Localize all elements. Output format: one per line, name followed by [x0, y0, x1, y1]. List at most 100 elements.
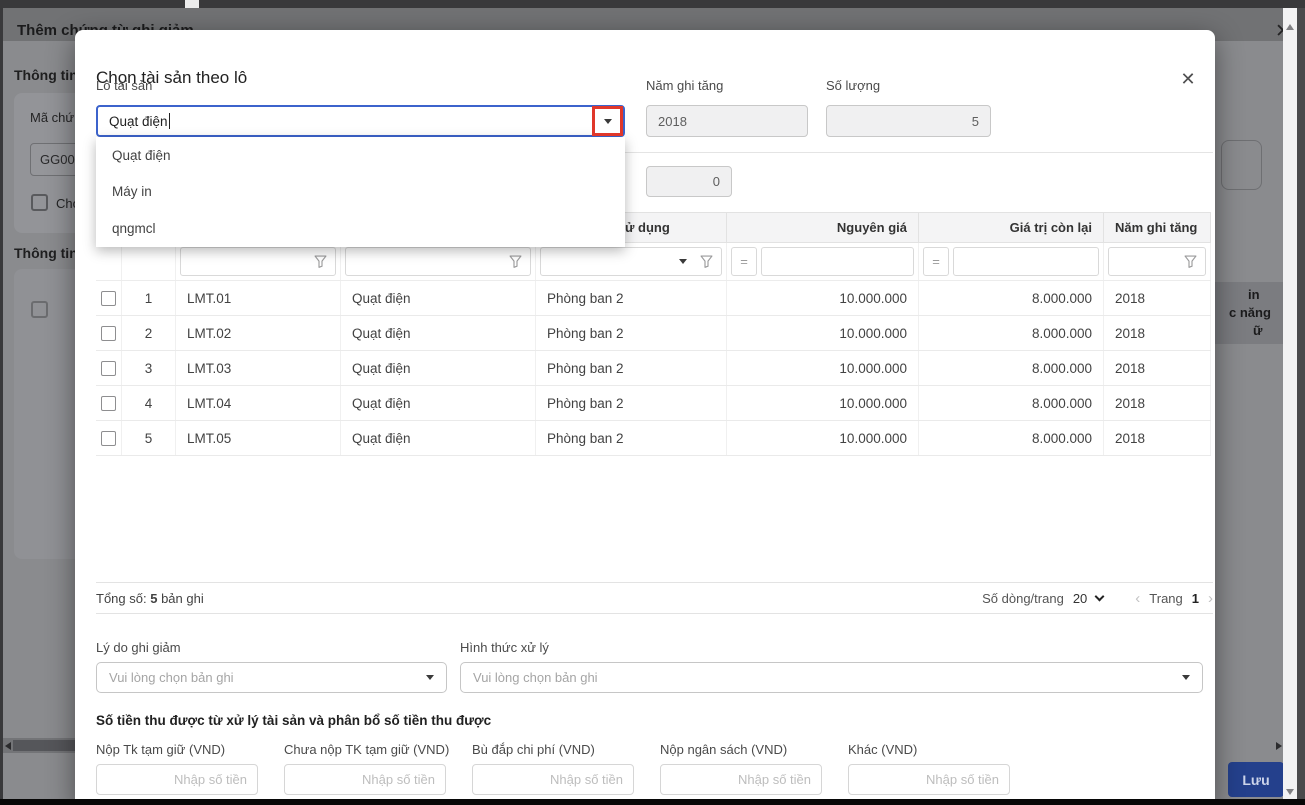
money-label-4: Nộp ngân sách (VND)	[660, 742, 787, 757]
row-checkbox[interactable]	[101, 396, 116, 411]
save-button[interactable]: Lưu	[1228, 762, 1284, 797]
filter-number-input-7[interactable]	[953, 247, 1099, 276]
column-header-7: Giá trị còn lại	[919, 213, 1104, 242]
cell-r3-c6: 10.000.000	[727, 351, 919, 385]
money-input-2[interactable]: Nhập số tiền	[284, 764, 446, 795]
scroll-up-icon[interactable]	[1286, 24, 1294, 30]
bg-horizontal-scrollbar[interactable]	[3, 738, 75, 753]
reason-label: Lý do ghi giảm	[96, 640, 181, 655]
rows-per-page-label: Số dòng/trang	[982, 591, 1064, 606]
asset-table-body: 1LMT.01Quạt điệnPhòng ban 210.000.0008.0…	[96, 281, 1211, 456]
filter-icon[interactable]	[313, 254, 328, 269]
browser-vertical-scrollbar[interactable]	[1283, 8, 1297, 799]
table-row[interactable]: 5LMT.05Quạt điệnPhòng ban 210.000.0008.0…	[96, 421, 1211, 456]
money-input-1[interactable]: Nhập số tiền	[96, 764, 258, 795]
filter-cell-4	[341, 243, 536, 280]
bg-hscroll-left-icon[interactable]	[5, 742, 11, 750]
table-row[interactable]: 4LMT.04Quạt điệnPhòng ban 210.000.0008.0…	[96, 386, 1211, 421]
column-header-6: Nguyên giá	[727, 213, 919, 242]
lot-dropdown-option-2[interactable]: Máy in	[96, 174, 625, 211]
filter-select-5[interactable]	[540, 247, 722, 276]
filter-icon[interactable]	[699, 254, 714, 269]
cell-r2-c5: Phòng ban 2	[536, 316, 727, 350]
filter-input-3[interactable]	[180, 247, 336, 276]
table-row[interactable]: 1LMT.01Quạt điệnPhòng ban 210.000.0008.0…	[96, 281, 1211, 316]
money-placeholder-5: Nhập số tiền	[926, 772, 999, 787]
filter-equals-badge-7[interactable]: =	[923, 247, 949, 276]
cell-r5-c6: 10.000.000	[727, 421, 919, 455]
filter-equals-badge-6[interactable]: =	[731, 247, 757, 276]
table-row[interactable]: 2LMT.02Quạt điệnPhòng ban 210.000.0008.0…	[96, 316, 1211, 351]
reason-select[interactable]: Vui lòng chọn bản ghi	[96, 662, 447, 693]
window-right-edge	[1297, 8, 1305, 805]
filter-icon[interactable]	[508, 254, 523, 269]
table-row[interactable]: 3LMT.03Quạt điệnPhòng ban 210.000.0008.0…	[96, 351, 1211, 386]
row-checkbox[interactable]	[101, 361, 116, 376]
money-section-title: Số tiền thu được từ xử lý tài sản và phâ…	[96, 713, 491, 728]
money-placeholder-4: Nhập số tiền	[738, 772, 811, 787]
money-input-4[interactable]: Nhập số tiền	[660, 764, 822, 795]
extra-number-input: 0	[646, 166, 732, 197]
cell-r2-c7: 8.000.000	[919, 316, 1104, 350]
cell-r4-c2: 4	[122, 386, 176, 420]
scroll-down-icon[interactable]	[1286, 789, 1294, 795]
next-page-icon[interactable]: ›	[1208, 590, 1213, 607]
cell-r2-c8: 2018	[1104, 316, 1211, 350]
chevron-down-icon[interactable]	[679, 259, 687, 264]
cell-r3-c8: 2018	[1104, 351, 1211, 385]
top-notch	[185, 0, 199, 8]
cell-r5-c4: Quạt điện	[341, 421, 536, 455]
method-label: Hình thức xử lý	[460, 640, 549, 655]
filter-input-8[interactable]	[1108, 247, 1206, 276]
cell-r5-c8: 2018	[1104, 421, 1211, 455]
quantity-input: 5	[826, 105, 991, 137]
filter-icon[interactable]	[1183, 254, 1198, 269]
window-left-edge	[0, 8, 3, 805]
money-input-3[interactable]: Nhập số tiền	[472, 764, 634, 795]
bg-table-checkbox[interactable]	[31, 301, 48, 318]
chevron-down-icon	[426, 675, 434, 680]
filter-number-input-6[interactable]	[761, 247, 914, 276]
cell-r1-c6: 10.000.000	[727, 281, 919, 315]
lot-combobox-input[interactable]: Quạt điện	[96, 105, 625, 137]
cell-r5-c5: Phòng ban 2	[536, 421, 727, 455]
page-number[interactable]: 1	[1192, 591, 1199, 606]
total-unit: bản ghi	[161, 591, 204, 606]
lot-dropdown-list: Quạt điệnMáy inqngmcl	[96, 137, 625, 247]
lot-dropdown-option-3[interactable]: qngmcl	[96, 210, 625, 247]
method-select[interactable]: Vui lòng chọn bản ghi	[460, 662, 1203, 693]
cell-r2-c2: 2	[122, 316, 176, 350]
prev-page-icon[interactable]: ‹	[1135, 590, 1140, 607]
text-cursor	[169, 113, 170, 129]
rows-per-page-chevron-icon[interactable]	[1095, 591, 1105, 601]
lot-dropdown-arrow-highlight[interactable]	[592, 106, 623, 136]
asset-table: Mã tài sảnTên tài sảnPhòng ban sử dụngNg…	[96, 212, 1211, 456]
cell-r1-c1	[96, 281, 122, 315]
asset-table-filter-row: ==	[96, 243, 1211, 281]
chevron-down-icon	[604, 119, 612, 124]
year-value: 2018	[658, 114, 687, 129]
row-checkbox[interactable]	[101, 291, 116, 306]
bg-header-fragment-1: in	[1248, 287, 1260, 302]
lot-value: Quạt điện	[109, 114, 168, 129]
row-checkbox[interactable]	[101, 326, 116, 341]
filter-input-4[interactable]	[345, 247, 531, 276]
row-checkbox[interactable]	[101, 431, 116, 446]
bg-hscroll-right-icon[interactable]	[1276, 742, 1282, 750]
lot-dropdown-option-1[interactable]: Quạt điện	[96, 137, 625, 174]
money-placeholder-1: Nhập số tiền	[174, 772, 247, 787]
year-label: Năm ghi tăng	[646, 78, 723, 93]
modal-close-icon[interactable]: ✕	[1175, 66, 1201, 92]
quantity-value: 5	[972, 114, 979, 129]
rows-per-page-value[interactable]: 20	[1073, 591, 1087, 606]
cell-r4-c5: Phòng ban 2	[536, 386, 727, 420]
money-label-2: Chưa nộp TK tạm giữ (VND)	[284, 742, 449, 757]
total-records-text: Tổng số: 5 bản ghi	[96, 591, 204, 606]
cell-r4-c8: 2018	[1104, 386, 1211, 420]
bg-right-input-outline	[1221, 140, 1262, 190]
bg-hscroll-thumb[interactable]	[13, 740, 75, 751]
chevron-down-icon	[1182, 675, 1190, 680]
money-input-5[interactable]: Nhập số tiền	[848, 764, 1010, 795]
money-label-5: Khác (VND)	[848, 742, 917, 757]
bg-checkbox[interactable]	[31, 194, 48, 211]
